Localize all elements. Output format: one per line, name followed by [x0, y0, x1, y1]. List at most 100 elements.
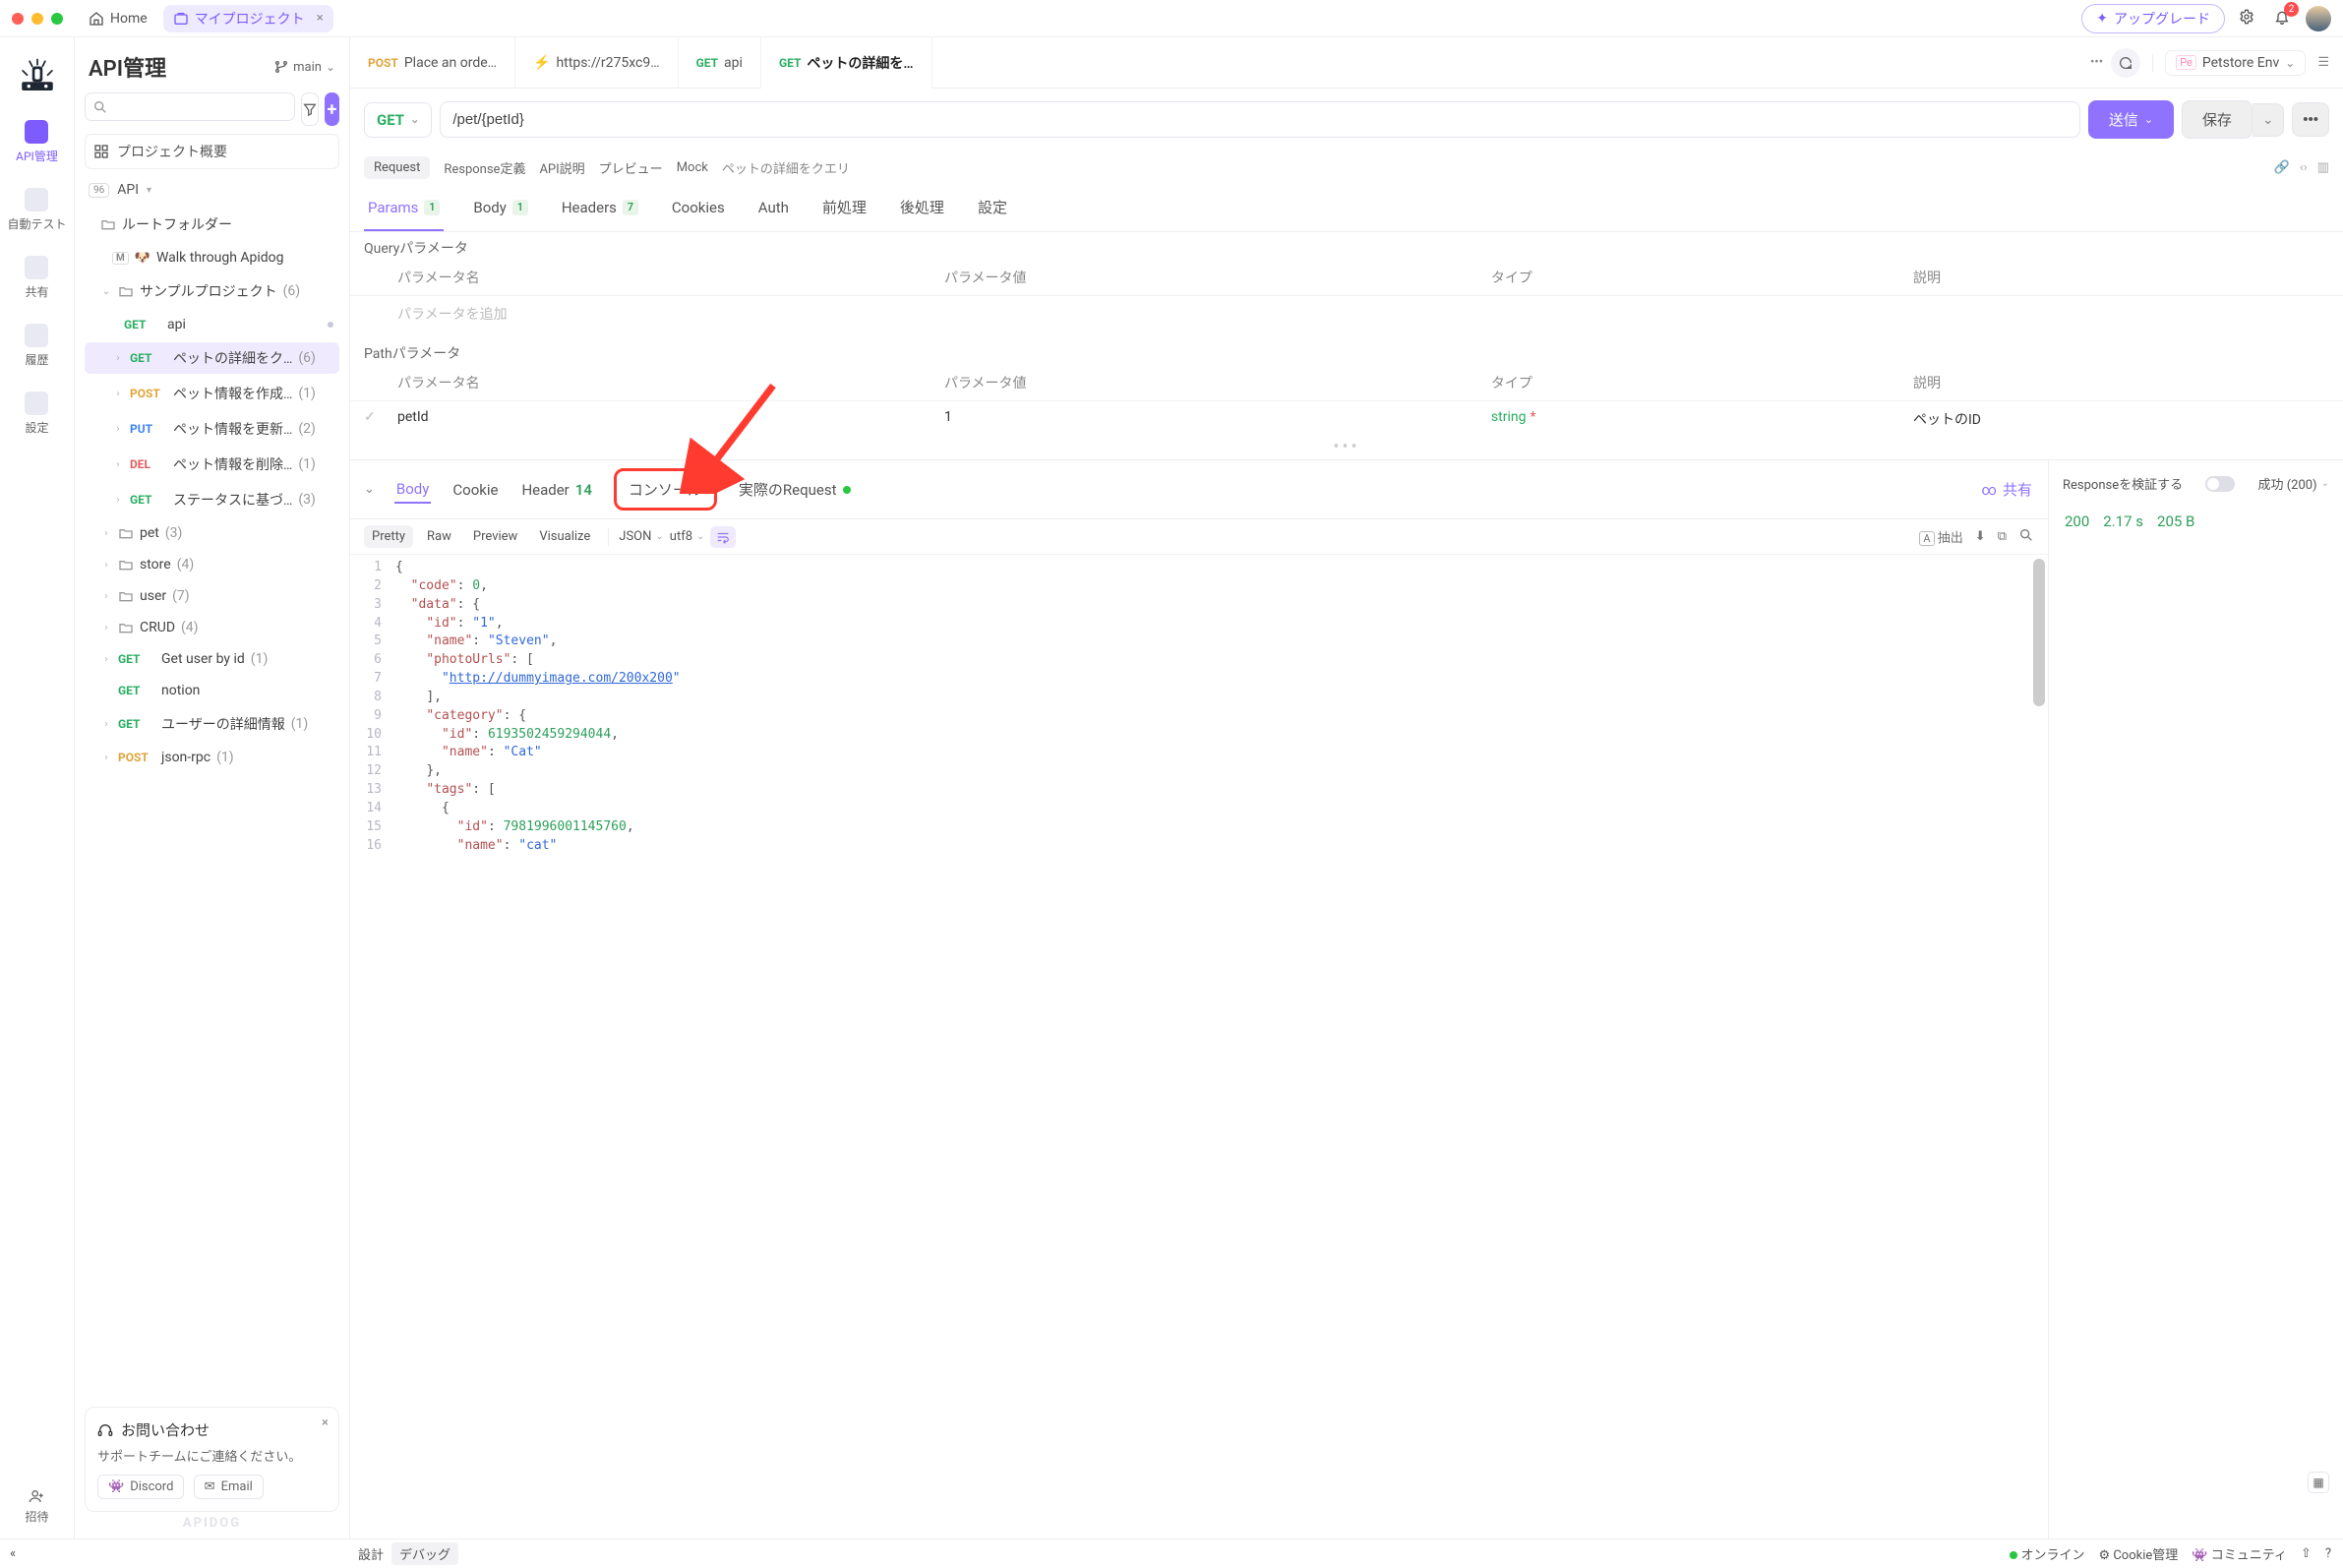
notifications-bell-icon[interactable]: 2 [2268, 5, 2296, 32]
rail-invite[interactable]: 招待 [25, 1484, 48, 1529]
tab-params[interactable]: Params1 [364, 185, 444, 231]
filter-button[interactable] [301, 92, 319, 126]
link-icon[interactable]: 🔗 [2274, 160, 2290, 175]
menu-icon[interactable]: ☰ [2313, 55, 2333, 70]
fmt-pretty[interactable]: Pretty [364, 525, 413, 548]
footer-design[interactable]: 設計 [350, 1544, 391, 1563]
meta-request[interactable]: Request [364, 156, 430, 179]
status-selector[interactable]: 成功 (200)⌄ [2257, 474, 2329, 493]
footer-debug[interactable]: デバッグ [391, 1542, 458, 1565]
window-max-dot[interactable] [51, 13, 63, 25]
wrap-toggle[interactable] [710, 526, 736, 548]
response-body-code[interactable]: 1{ 2 "code": 0, 3 "data": { 4 "id": "1",… [350, 555, 2048, 1538]
close-project-tab[interactable]: × [317, 11, 324, 26]
tab-settings[interactable]: 設定 [974, 185, 1011, 231]
request-tab-active[interactable]: GETペットの詳細を… [761, 37, 932, 89]
fmt-preview[interactable]: Preview [465, 525, 525, 548]
code-icon[interactable]: ‹› [2300, 160, 2308, 175]
cookie-mgmt[interactable]: ⚙ Cookie管理 [2098, 1544, 2178, 1563]
rail-history[interactable]: 履歴 [25, 320, 48, 372]
meta-api-doc[interactable]: API説明 [539, 158, 584, 177]
project-tab[interactable]: マイプロジェクト × [163, 5, 333, 32]
close-contact-card[interactable]: × [322, 1416, 329, 1430]
environment-selector[interactable]: Pe Petstore Env [2165, 50, 2306, 76]
collapse-response-icon[interactable]: ⌄ [364, 482, 375, 497]
fmt-raw[interactable]: Raw [419, 525, 459, 548]
layout-icon[interactable]: ▥ [2317, 160, 2329, 175]
response-tab-header[interactable]: Header 14 [519, 477, 593, 503]
upgrade-button[interactable]: ✦ アップグレード [2081, 4, 2225, 33]
add-param-placeholder[interactable]: パラメータを追加 [397, 304, 938, 324]
copy-icon[interactable]: ⧉ [1998, 529, 2007, 544]
meta-mock[interactable]: Mock [677, 160, 708, 175]
tab-body[interactable]: Body1 [469, 185, 531, 231]
scrollbar-thumb[interactable] [2033, 559, 2045, 706]
add-button[interactable]: + [325, 92, 339, 126]
query-param-row[interactable]: パラメータを追加 [350, 295, 2343, 332]
online-status[interactable]: オンライン [2010, 1544, 2084, 1563]
api-item[interactable]: › POST ペット情報を作成… (1) [85, 378, 339, 409]
save-button[interactable]: 保存 [2182, 100, 2253, 139]
api-item[interactable]: ›GETユーザーの詳細情報 (1) [85, 708, 339, 740]
response-tab-body[interactable]: Body [394, 476, 431, 504]
api-section-header[interactable]: 96 API ▾ [85, 175, 339, 205]
api-item[interactable]: ›GETGet user by id (1) [85, 645, 339, 673]
path-param-name[interactable]: petId [397, 409, 938, 429]
settings-gear-icon[interactable] [2233, 5, 2260, 32]
walkthrough-item[interactable]: M 🐶 Walk through Apidog [85, 244, 339, 271]
send-button[interactable]: 送信 ⌄ [2088, 100, 2174, 139]
request-tab[interactable]: GETapi [679, 37, 761, 89]
discord-button[interactable]: 👾Discord [97, 1475, 184, 1499]
rail-settings[interactable]: 設定 [25, 388, 48, 440]
request-tab[interactable]: ⚡https://r275xc9… [515, 37, 679, 89]
rail-share[interactable]: 共有 [25, 252, 48, 304]
encoding-selector[interactable]: utf8⌄ [670, 529, 705, 544]
folder-item[interactable]: ›user (7) [85, 582, 339, 610]
folder-item[interactable]: ›CRUD (4) [85, 614, 339, 641]
layout-toggle-icon[interactable]: ▦ [2308, 1472, 2329, 1493]
home-tab[interactable]: Home [79, 7, 157, 30]
fmt-visualize[interactable]: Visualize [531, 525, 598, 548]
refresh-button[interactable] [2111, 48, 2140, 78]
save-dropdown[interactable]: ⌄ [2253, 103, 2284, 137]
meta-preview[interactable]: プレビュー [599, 158, 663, 177]
branch-selector[interactable]: main [273, 59, 335, 75]
path-param-desc[interactable]: ペットのID [1913, 409, 2329, 429]
rail-api-mgmt[interactable]: API管理 [16, 116, 58, 168]
search-in-response-icon[interactable] [2018, 527, 2034, 547]
api-item[interactable]: GETnotion [85, 677, 339, 704]
resize-handle-icon[interactable]: ••• [350, 437, 2343, 457]
response-tab-cookie[interactable]: Cookie [451, 477, 500, 503]
shortcut-icon[interactable]: ⇧ [2301, 1546, 2312, 1561]
user-avatar[interactable] [2306, 6, 2331, 31]
method-selector[interactable]: GET⌄ [364, 102, 432, 138]
tab-cookies[interactable]: Cookies [668, 185, 729, 231]
window-min-dot[interactable] [31, 13, 43, 25]
tab-overflow-icon[interactable]: ••• [2090, 55, 2103, 70]
share-response[interactable]: ∞ 共有 [1980, 475, 2034, 504]
tab-post[interactable]: 後処理 [896, 185, 948, 231]
api-item[interactable]: ›POSTjson-rpc (1) [85, 744, 339, 771]
response-tab-console-highlighted[interactable]: コンソール [614, 468, 717, 511]
window-close-dot[interactable] [12, 13, 24, 25]
community-link[interactable]: 👾 コミュニティ [2192, 1544, 2287, 1563]
tab-pre[interactable]: 前処理 [818, 185, 871, 231]
validate-toggle[interactable] [2205, 476, 2235, 492]
rail-autotest[interactable]: 自動テスト [7, 184, 66, 236]
api-item[interactable]: GET api [85, 311, 339, 338]
path-param-value[interactable]: 1 [944, 409, 1485, 429]
response-tab-actual[interactable]: 実際のRequest [737, 475, 853, 504]
email-button[interactable]: ✉Email [194, 1475, 264, 1499]
api-item[interactable]: › PUT ペット情報を更新… (2) [85, 413, 339, 445]
help-icon[interactable]: ? [2325, 1546, 2331, 1561]
path-param-row[interactable]: ✓ petId 1 string* ペットのID [350, 400, 2343, 437]
api-item[interactable]: › DEL ペット情報を削除… (1) [85, 449, 339, 480]
folder-item[interactable]: ›pet (3) [85, 519, 339, 547]
tab-headers[interactable]: Headers7 [558, 185, 642, 231]
api-item-selected[interactable]: › GET ペットの詳細をク… (6) [85, 342, 339, 374]
collapse-sidebar-icon[interactable]: « [10, 1546, 16, 1561]
meta-response-def[interactable]: Response定義 [444, 158, 525, 177]
lang-selector[interactable]: JSON⌄ [619, 529, 664, 544]
search-input[interactable] [85, 92, 295, 121]
folder-item[interactable]: ›store (4) [85, 551, 339, 578]
